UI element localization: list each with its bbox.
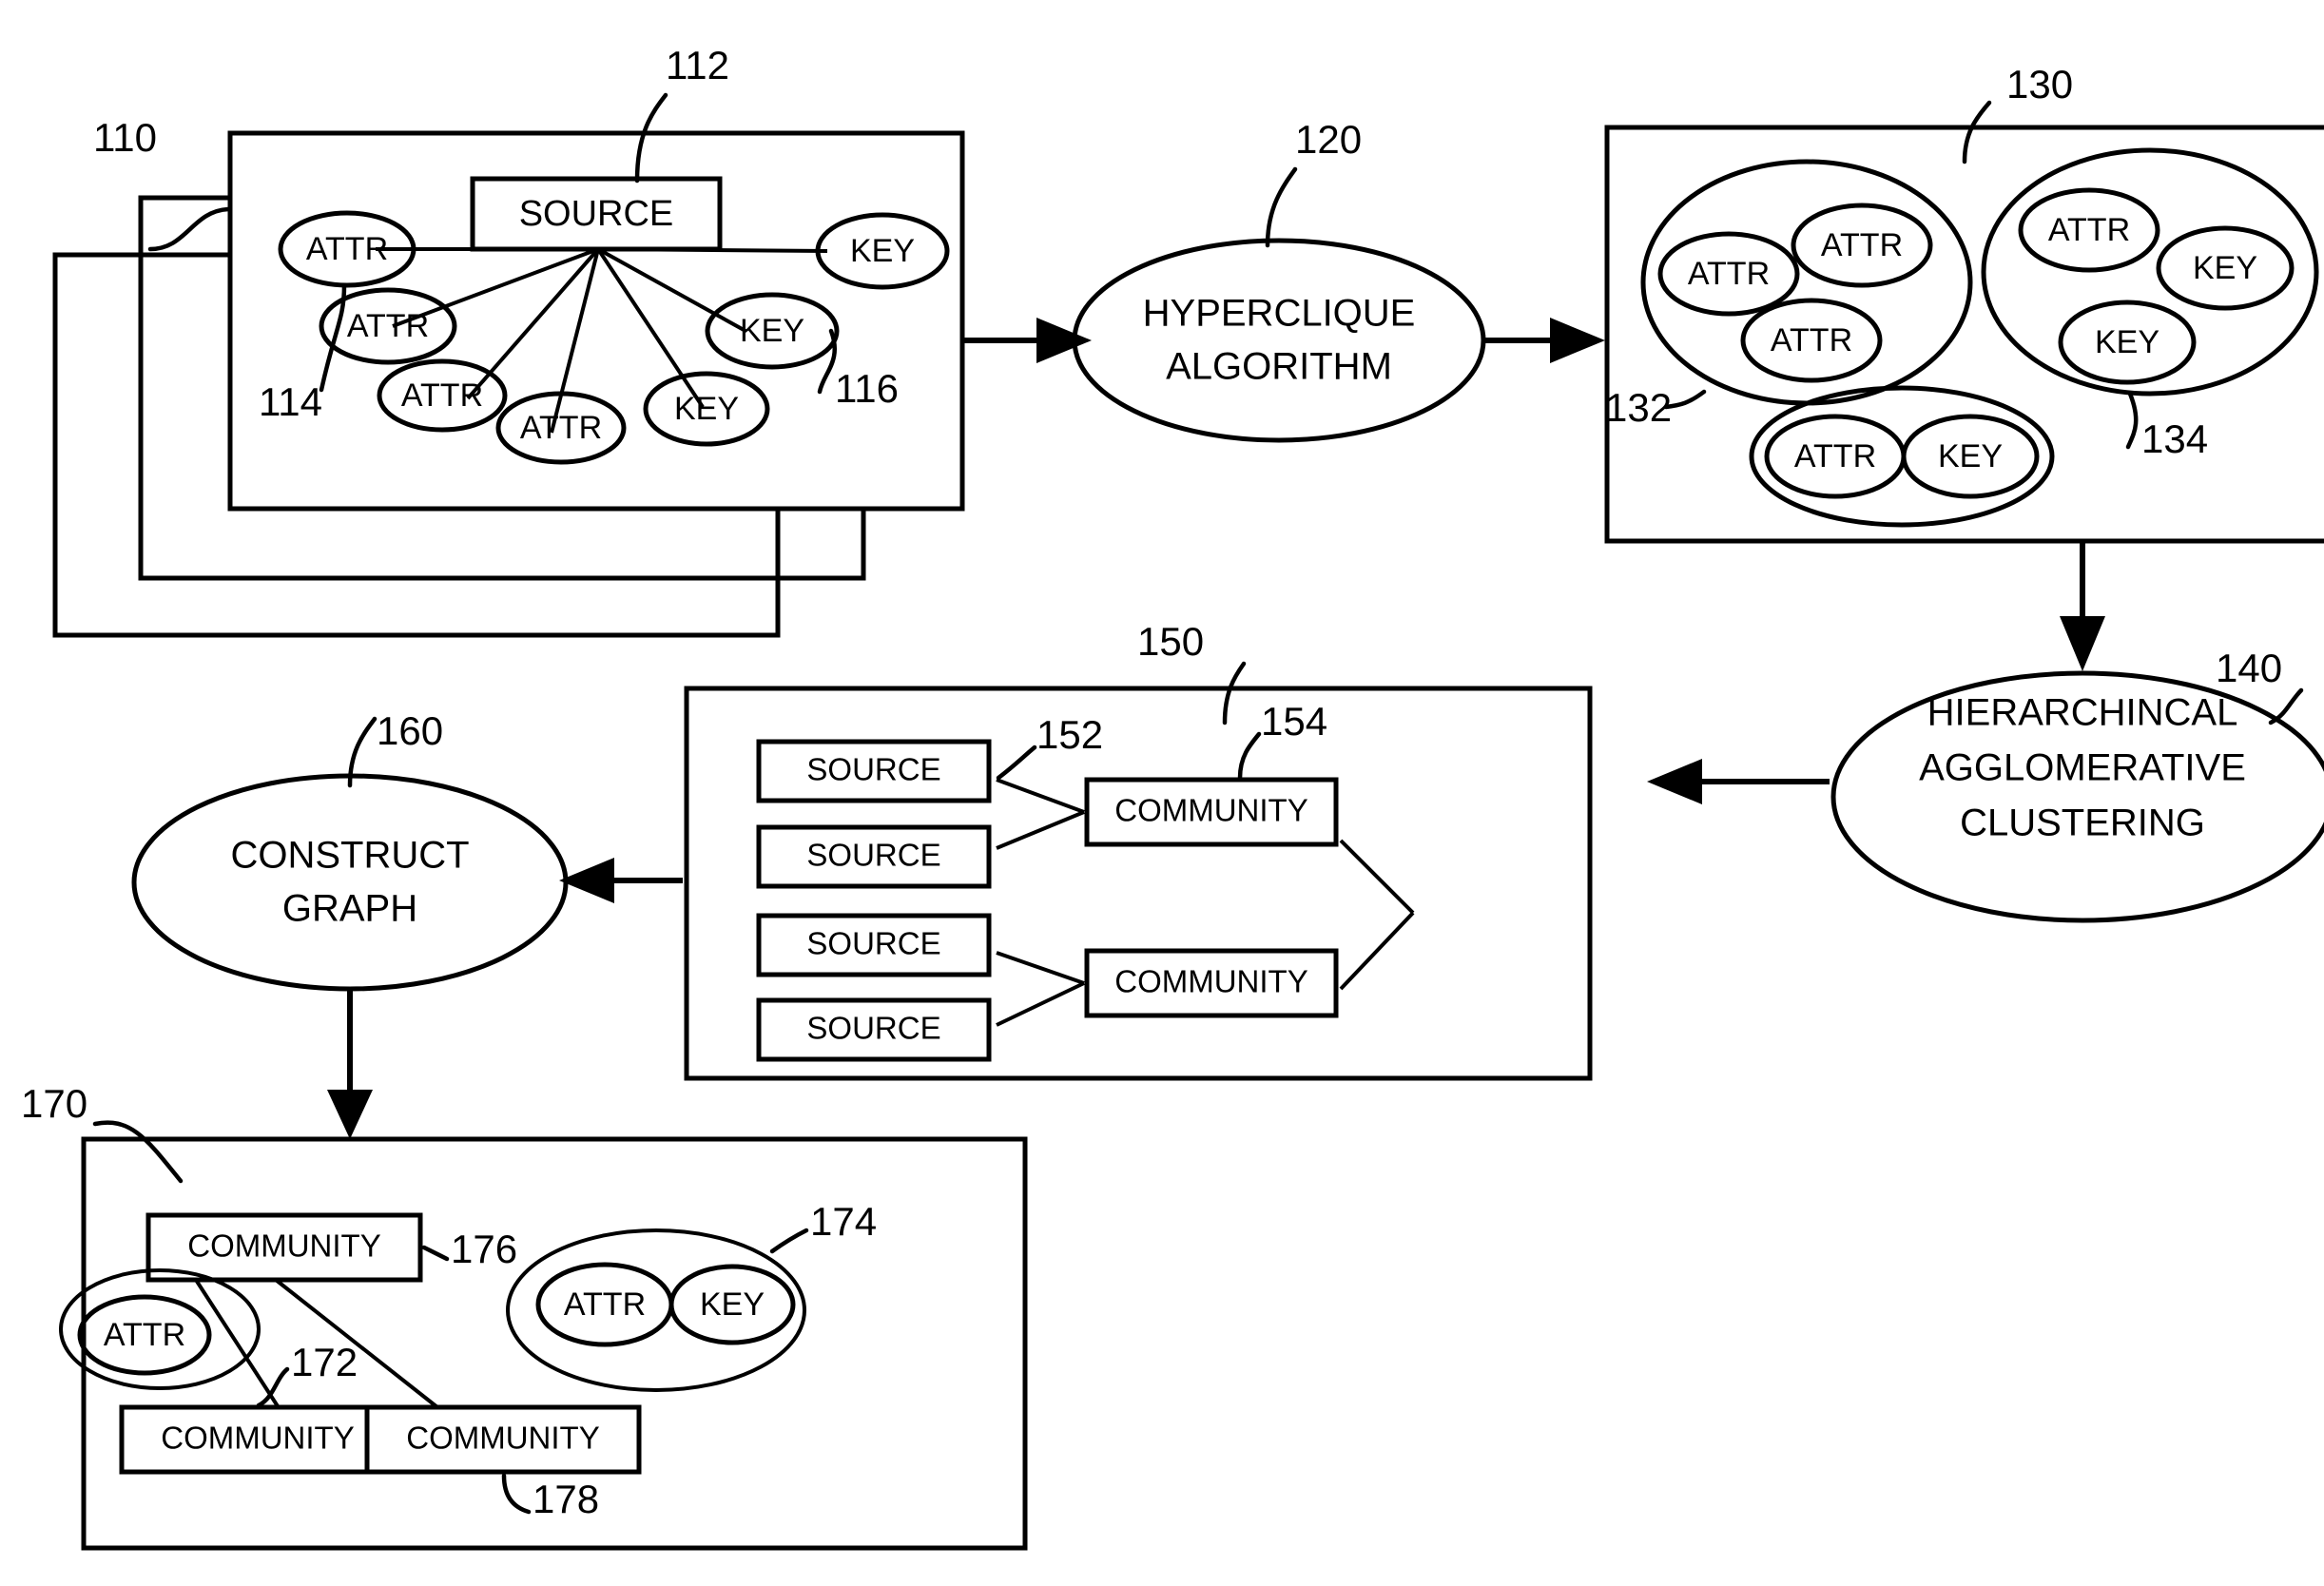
ref-134: 134 (2141, 416, 2208, 461)
construct-graph-line-1: CONSTRUCT (230, 835, 469, 877)
source-box-label: SOURCE (806, 838, 940, 873)
key-node-label: KEY (2095, 324, 2159, 360)
arrow-130-to-140 (2060, 542, 2105, 671)
ref-178: 178 (533, 1477, 599, 1521)
flow-diagram-svg: 110 SOURCE 112 ATTR ATTR ATTR ATTR 114 K… (21, 43, 2324, 1551)
ref-130: 130 (2006, 62, 2073, 106)
attr-node-label: ATTR (401, 377, 483, 414)
ref-110: 110 (93, 115, 157, 160)
leader-110 (147, 206, 231, 252)
source-box-112-label: SOURCE (519, 194, 674, 234)
hyperclique-line-2: ALGORITHM (1166, 346, 1392, 388)
ref-176: 176 (451, 1227, 517, 1271)
leader-140 (2268, 687, 2304, 725)
community-box-label: COMMUNITY (1114, 964, 1307, 999)
arrow-120-to-130 (1485, 318, 1605, 363)
patent-figure-canvas: 110 SOURCE 112 ATTR ATTR ATTR ATTR 114 K… (0, 0, 2324, 1586)
community-box-bottom-right-label: COMMUNITY (406, 1421, 599, 1456)
ref-114: 114 (259, 379, 322, 424)
ref-140: 140 (2216, 646, 2282, 690)
ref-116: 116 (835, 366, 899, 411)
stage-110-group: 110 SOURCE 112 ATTR ATTR ATTR ATTR 114 K… (52, 43, 965, 638)
attr-node-label: ATTR (1794, 438, 1876, 474)
stage-160-group: CONSTRUCT GRAPH 160 (131, 708, 569, 992)
key-node-label: KEY (1938, 438, 2003, 474)
ref-174: 174 (810, 1199, 877, 1244)
source-box-label: SOURCE (806, 926, 940, 961)
community-box-top-label: COMMUNITY (187, 1228, 380, 1264)
stage-130-panel (1604, 125, 2324, 544)
hyperclique-line-1: HYPERCLIQUE (1143, 293, 1416, 335)
ref-152: 152 (1036, 712, 1103, 757)
ref-170: 170 (21, 1081, 87, 1126)
key-node-label: KEY (700, 1286, 765, 1323)
attr-node-label: ATTR (104, 1317, 185, 1353)
construct-graph-line-2: GRAPH (282, 888, 417, 930)
ref-120: 120 (1295, 117, 1362, 162)
source-box-label: SOURCE (806, 1011, 940, 1046)
community-box-bottom-left-label: COMMUNITY (161, 1421, 354, 1456)
attr-node-label: ATTR (347, 308, 429, 344)
stage-120-group: HYPERCLIQUE ALGORITHM 120 (1072, 117, 1486, 443)
attr-node-label: ATTR (1688, 256, 1770, 292)
hac-line-3: CLUSTERING (1960, 803, 2205, 844)
key-node-label: KEY (2193, 250, 2257, 286)
attr-node-label: ATTR (2048, 212, 2130, 248)
ref-160: 160 (377, 708, 443, 753)
attr-node-label: ATTR (1771, 322, 1852, 358)
hac-line-2: AGGLOMERATIVE (1919, 747, 2246, 789)
leader-120 (1265, 166, 1298, 248)
construct-graph-ellipse (131, 773, 569, 992)
attr-node-label: ATTR (564, 1286, 646, 1323)
arrow-160-to-170 (327, 991, 373, 1139)
arrow-140-to-150 (1647, 759, 1830, 804)
stage-150-group: 150 SOURCE SOURCE SOURCE SOURCE 152 COMM… (684, 619, 1593, 1081)
attr-node-label: ATTR (1821, 227, 1903, 263)
stage-130-group: 130 ATTR ATTR ATTR 132 ATTR KEY KEY 134 (1604, 62, 2324, 544)
source-box-label: SOURCE (806, 752, 940, 787)
ref-172: 172 (291, 1340, 358, 1384)
ref-154: 154 (1261, 699, 1327, 744)
key-node-label: KEY (674, 391, 739, 427)
ref-132: 132 (1605, 385, 1672, 430)
hyperclique-ellipse (1072, 238, 1486, 443)
attr-node-label: ATTR (306, 231, 388, 267)
key-node-label: KEY (740, 313, 804, 349)
ref-112: 112 (666, 43, 729, 87)
stage-170-group: 170 COMMUNITY 176 ATTR 172 ATTR KEY 174 … (21, 1081, 1028, 1551)
key-node-label: KEY (850, 233, 915, 269)
community-box-label: COMMUNITY (1114, 793, 1307, 828)
stage-140-group: HIERARCHINCAL AGGLOMERATIVE CLUSTERING 1… (1830, 646, 2324, 923)
ref-150: 150 (1137, 619, 1204, 664)
attr-node-label: ATTR (520, 410, 602, 446)
hac-line-1: HIERARCHINCAL (1927, 692, 2238, 734)
arrow-150-to-160 (559, 858, 683, 903)
